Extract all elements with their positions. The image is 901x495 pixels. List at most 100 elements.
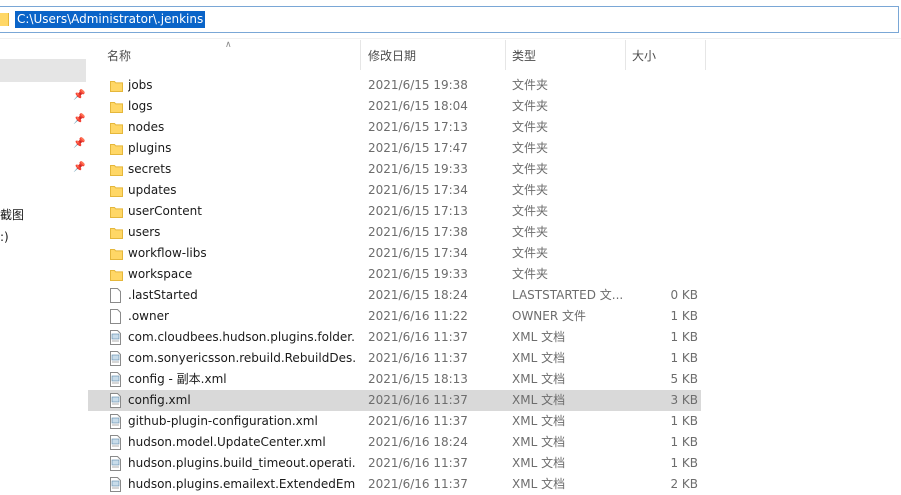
nav-item-selected[interactable]	[0, 59, 86, 82]
file-row[interactable]: workspace 2021/6/15 19:33 文件夹	[88, 264, 701, 285]
file-type: 文件夹	[512, 162, 549, 176]
file-date-modified: 2021/6/16 11:37	[368, 456, 468, 470]
file-size: 5 KB	[670, 372, 698, 386]
file-type: XML 文档	[512, 372, 566, 386]
folder-icon	[110, 163, 123, 176]
file-name: com.sonyericsson.rebuild.RebuildDes...	[128, 351, 356, 365]
pin-icon[interactable]: 📌	[73, 163, 85, 173]
file-date-modified: 2021/6/15 19:38	[368, 78, 468, 92]
file-row[interactable]: com.cloudbees.hudson.plugins.folder... 20…	[88, 327, 701, 348]
file-size	[628, 180, 698, 201]
column-header-row: ∧ 名称 修改日期 类型 大小	[88, 40, 706, 70]
file-type: LASTSTARTED 文...	[512, 288, 624, 302]
file-row[interactable]: com.sonyericsson.rebuild.RebuildDes... 20…	[88, 348, 701, 369]
file-date-modified: 2021/6/15 17:13	[368, 120, 468, 134]
file-size: 1 KB	[670, 330, 698, 344]
file-list: ∧ 名称 修改日期 类型 大小 jobs 2021/6/15 19:38 文件夹 lo…	[88, 40, 901, 492]
file-name: jobs	[128, 78, 153, 92]
file-date-modified: 2021/6/16 18:24	[368, 435, 468, 449]
file-size	[628, 222, 698, 243]
file-type: 文件夹	[512, 120, 549, 134]
file-type: 文件夹	[512, 183, 549, 197]
file-row[interactable]: users 2021/6/15 17:38 文件夹	[88, 222, 701, 243]
file-size	[628, 117, 698, 138]
nav-item-label[interactable]: :)	[0, 230, 9, 244]
file-date-modified: 2021/6/15 19:33	[368, 162, 468, 176]
file-type: OWNER 文件	[512, 309, 587, 323]
file-row[interactable]: github-plugin-configuration.xml 2021/6/16…	[88, 411, 701, 432]
file-size: 1 KB	[670, 414, 698, 428]
folder-icon	[110, 121, 123, 134]
file-name: nodes	[128, 120, 165, 134]
folder-icon	[110, 268, 123, 281]
file-type: XML 文档	[512, 435, 566, 449]
file-size: 1 KB	[670, 351, 698, 365]
file-name: workflow-libs	[128, 246, 207, 260]
pin-icon[interactable]: 📌	[73, 115, 85, 125]
file-name: .lastStarted	[128, 288, 198, 302]
address-bar[interactable]: C:\Users\Administrator\.jenkins	[0, 0, 901, 40]
pin-icon[interactable]: 📌	[73, 91, 85, 101]
pin-icon[interactable]: 📌	[73, 139, 85, 149]
file-name: userContent	[128, 204, 202, 218]
file-name: users	[128, 225, 161, 239]
file-name: plugins	[128, 141, 172, 155]
file-type: XML 文档	[512, 414, 566, 428]
file-icon	[110, 309, 123, 324]
folder-icon	[0, 13, 9, 26]
file-row[interactable]: secrets 2021/6/15 19:33 文件夹	[88, 159, 701, 180]
file-date-modified: 2021/6/15 17:34	[368, 183, 468, 197]
file-row[interactable]: nodes 2021/6/15 17:13 文件夹	[88, 117, 701, 138]
file-date-modified: 2021/6/15 18:04	[368, 99, 468, 113]
file-row[interactable]: .owner 2021/6/16 11:22 OWNER 文件 1 KB	[88, 306, 701, 327]
file-date-modified: 2021/6/16 11:37	[368, 414, 468, 428]
file-name: updates	[128, 183, 177, 197]
folder-icon	[110, 247, 123, 260]
file-type: XML 文档	[512, 330, 566, 344]
column-header-size[interactable]: 大小	[626, 40, 706, 70]
file-date-modified: 2021/6/15 18:24	[368, 288, 468, 302]
file-size	[628, 138, 698, 159]
file-name: hudson.plugins.build_timeout.operati...	[128, 456, 356, 470]
file-name: github-plugin-configuration.xml	[128, 414, 318, 428]
file-date-modified: 2021/6/15 17:13	[368, 204, 468, 218]
file-type: XML 文档	[512, 393, 566, 407]
file-row[interactable]: userContent 2021/6/15 17:13 文件夹	[88, 201, 701, 222]
nav-item-label[interactable]: 截图	[0, 206, 24, 223]
file-date-modified: 2021/6/15 19:33	[368, 267, 468, 281]
file-row[interactable]: config.xml 2021/6/16 11:37 XML 文档 3 KB	[88, 390, 701, 411]
folder-icon	[110, 205, 123, 218]
file-size: 1 KB	[670, 435, 698, 449]
file-row[interactable]: plugins 2021/6/15 17:47 文件夹	[88, 138, 701, 159]
file-row[interactable]: config - 副本.xml 2021/6/15 18:13 XML 文档 5 KB	[88, 369, 701, 390]
file-row[interactable]: workflow-libs 2021/6/15 17:34 文件夹	[88, 243, 701, 264]
file-type: 文件夹	[512, 246, 549, 260]
xml-file-icon	[110, 456, 123, 471]
file-size	[628, 264, 698, 285]
file-row[interactable]: .lastStarted 2021/6/15 18:24 LASTSTARTED 文…	[88, 285, 701, 306]
file-type: 文件夹	[512, 99, 549, 113]
file-row[interactable]: hudson.plugins.build_timeout.operati... 2…	[88, 453, 701, 474]
file-type: 文件夹	[512, 141, 549, 155]
file-row[interactable]: updates 2021/6/15 17:34 文件夹	[88, 180, 701, 201]
file-size: 1 KB	[670, 309, 698, 323]
xml-file-icon	[110, 414, 123, 429]
column-header-type[interactable]: 类型	[506, 40, 626, 70]
file-date-modified: 2021/6/16 11:37	[368, 330, 468, 344]
file-size	[628, 159, 698, 180]
file-row[interactable]: logs 2021/6/15 18:04 文件夹	[88, 96, 701, 117]
file-row[interactable]: hudson.model.UpdateCenter.xml 2021/6/16 1…	[88, 432, 701, 453]
column-header-name[interactable]: 名称	[101, 40, 361, 70]
file-type: XML 文档	[512, 456, 566, 470]
file-size	[628, 243, 698, 264]
file-name: .owner	[128, 309, 169, 323]
file-type: XML 文档	[512, 351, 566, 365]
file-row[interactable]: jobs 2021/6/15 19:38 文件夹	[88, 75, 701, 96]
address-path-input[interactable]: C:\Users\Administrator\.jenkins	[15, 11, 206, 28]
file-name: hudson.model.UpdateCenter.xml	[128, 435, 326, 449]
file-name: secrets	[128, 162, 172, 176]
folder-icon	[110, 142, 123, 155]
file-size: 3 KB	[670, 393, 698, 407]
xml-file-icon	[110, 393, 123, 408]
column-header-date[interactable]: 修改日期	[362, 40, 506, 70]
